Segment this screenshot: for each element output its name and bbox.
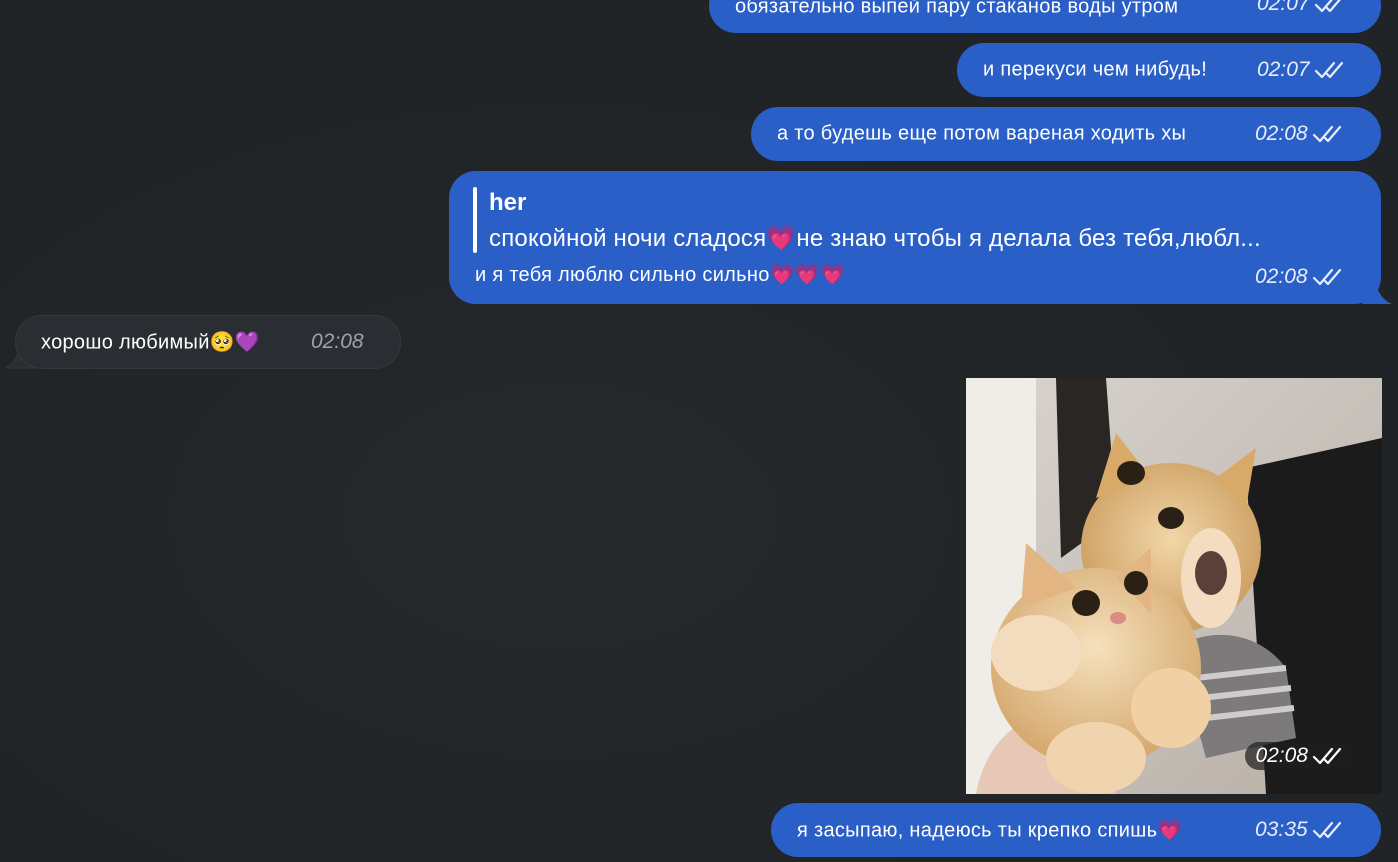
message-bubble-outgoing[interactable]: и перекуси чем нибудь! 02:07 <box>957 43 1381 97</box>
message-text: и я тебя люблю сильно сильно💗💗💗 <box>475 264 846 286</box>
reply-quote-bar <box>473 187 477 253</box>
message-time: 02:08 <box>1255 265 1308 288</box>
double-check-icon <box>1314 0 1341 13</box>
message-time: 02:08 <box>1255 122 1308 145</box>
double-check-icon <box>1312 747 1342 765</box>
double-check-icon <box>1312 821 1341 839</box>
message-text: и перекуси чем нибудь! <box>983 58 1208 81</box>
message-time: 02:07 <box>1257 58 1310 81</box>
bubble-tail <box>1362 276 1392 304</box>
message-bubble-outgoing[interactable]: я засыпаю, надеюсь ты крепко спишь💗 03:3… <box>771 803 1381 857</box>
message-meta: 02:08 <box>1255 265 1344 289</box>
message-meta: 02:07 <box>1257 58 1346 82</box>
message-meta: 02:07 <box>1257 0 1346 16</box>
message-meta: 03:35 <box>1255 818 1344 842</box>
message-text: а то будешь еще потом вареная ходить хы <box>777 122 1187 145</box>
chat-history[interactable]: обязательно выпей пару стаканов воды утр… <box>0 0 1398 862</box>
message-meta: 02:08 <box>311 330 364 354</box>
double-check-icon <box>1312 268 1341 286</box>
double-check-icon <box>1314 61 1343 79</box>
message-meta: 02:08 <box>1255 122 1344 146</box>
reply-author[interactable]: her <box>489 189 526 217</box>
message-text: я засыпаю, надеюсь ты крепко спишь💗 <box>797 819 1183 842</box>
message-text: обязательно выпей пару стаканов воды утр… <box>735 0 1179 18</box>
double-check-icon <box>1312 125 1341 143</box>
message-text: хорошо любимый🥺💜 <box>41 331 261 354</box>
message-bubble-outgoing[interactable]: обязательно выпей пару стаканов воды утр… <box>709 0 1381 33</box>
message-bubble-incoming[interactable]: хорошо любимый🥺💜 02:08 <box>15 315 401 369</box>
reply-quoted-text[interactable]: спокойной ночи сладося💗не знаю чтобы я д… <box>489 224 1261 253</box>
message-time: 02:08 <box>311 330 364 353</box>
message-time: 02:08 <box>1255 744 1308 767</box>
message-bubble-outgoing[interactable]: а то будешь еще потом вареная ходить хы … <box>751 107 1381 161</box>
cats-photo <box>966 378 1382 794</box>
message-time: 03:35 <box>1255 818 1308 841</box>
message-time: 02:07 <box>1257 0 1310 15</box>
photo-meta: 02:08 <box>1245 742 1354 770</box>
message-bubble-outgoing-reply[interactable]: her спокойной ночи сладося💗не знаю чтобы… <box>449 171 1381 304</box>
photo-message[interactable]: 02:08 <box>966 378 1382 794</box>
